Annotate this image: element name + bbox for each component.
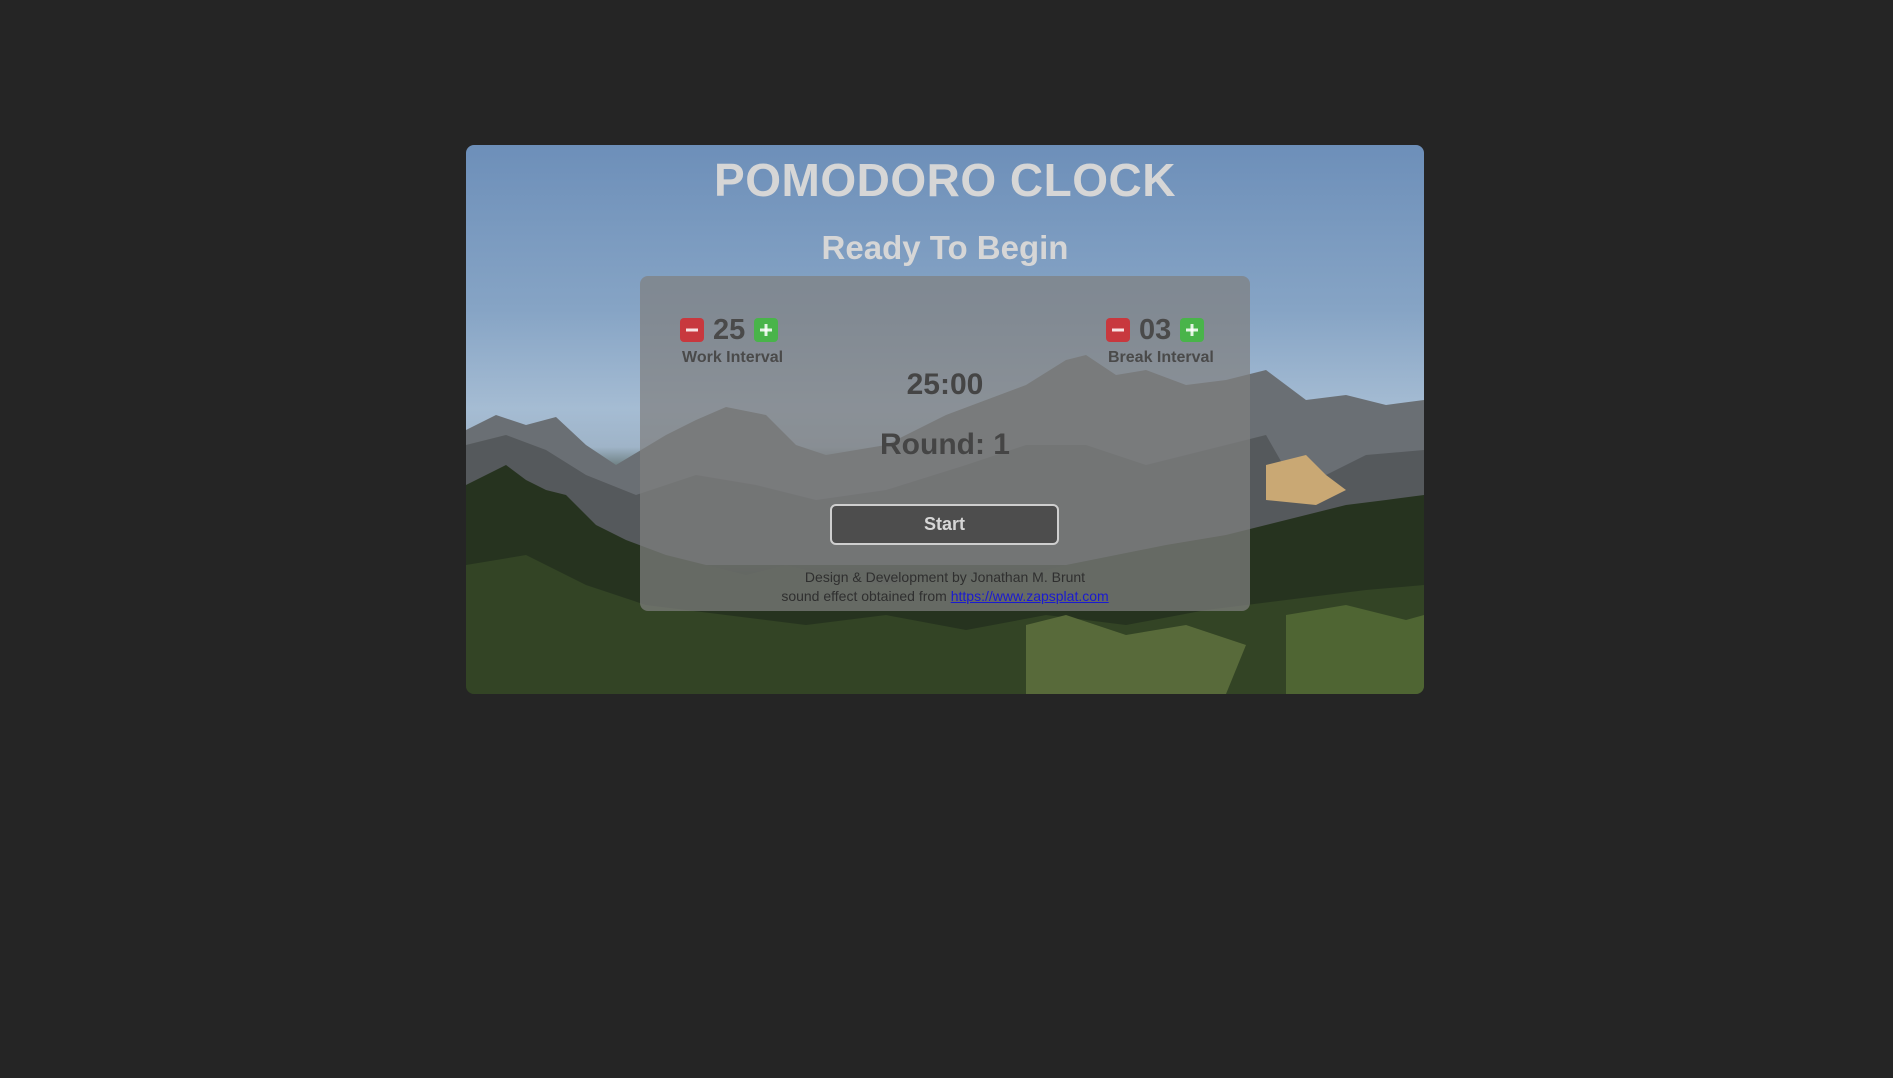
pomodoro-app: POMODORO CLOCK Ready To Begin 25 Work In… [466, 145, 1424, 694]
work-interval-value: 25 [713, 314, 746, 346]
work-decrease-button[interactable] [680, 318, 704, 342]
credits-line-design: Design & Development by Jonathan M. Brun… [804, 569, 1086, 585]
work-interval-control: 25 Work Interval [680, 314, 810, 367]
work-interval-label: Work Interval [682, 349, 784, 366]
break-interval-control: 03 Break Interval [1106, 314, 1236, 367]
break-increase-button[interactable] [1180, 318, 1205, 342]
credits-sound-prefix: sound effect obtained from [781, 588, 951, 604]
minus-icon [686, 328, 698, 332]
start-button[interactable]: Start [830, 504, 1059, 545]
status-text: Ready To Begin [821, 229, 1069, 266]
zapsplat-link[interactable]: https://www.zapsplat.com [951, 588, 1109, 604]
round-counter: Round: 1 [880, 428, 1010, 461]
credits-line-sound: sound effect obtained from https://www.z… [640, 587, 1250, 606]
plus-icon [1186, 324, 1199, 336]
break-decrease-button[interactable] [1106, 318, 1130, 342]
timer-display: 25:00 [906, 368, 984, 401]
plus-icon [760, 324, 773, 336]
work-increase-button[interactable] [754, 318, 779, 342]
break-interval-row: 03 [1106, 314, 1236, 346]
credits: Design & Development by Jonathan M. Brun… [640, 568, 1250, 606]
app-title: POMODORO CLOCK [714, 154, 1176, 206]
break-interval-label: Break Interval [1108, 349, 1214, 366]
break-interval-value: 03 [1139, 314, 1172, 346]
work-interval-row: 25 [680, 314, 810, 346]
minus-icon [1112, 328, 1124, 332]
timer-panel: 25 Work Interval 03 Break Interval 25:00… [640, 276, 1250, 611]
